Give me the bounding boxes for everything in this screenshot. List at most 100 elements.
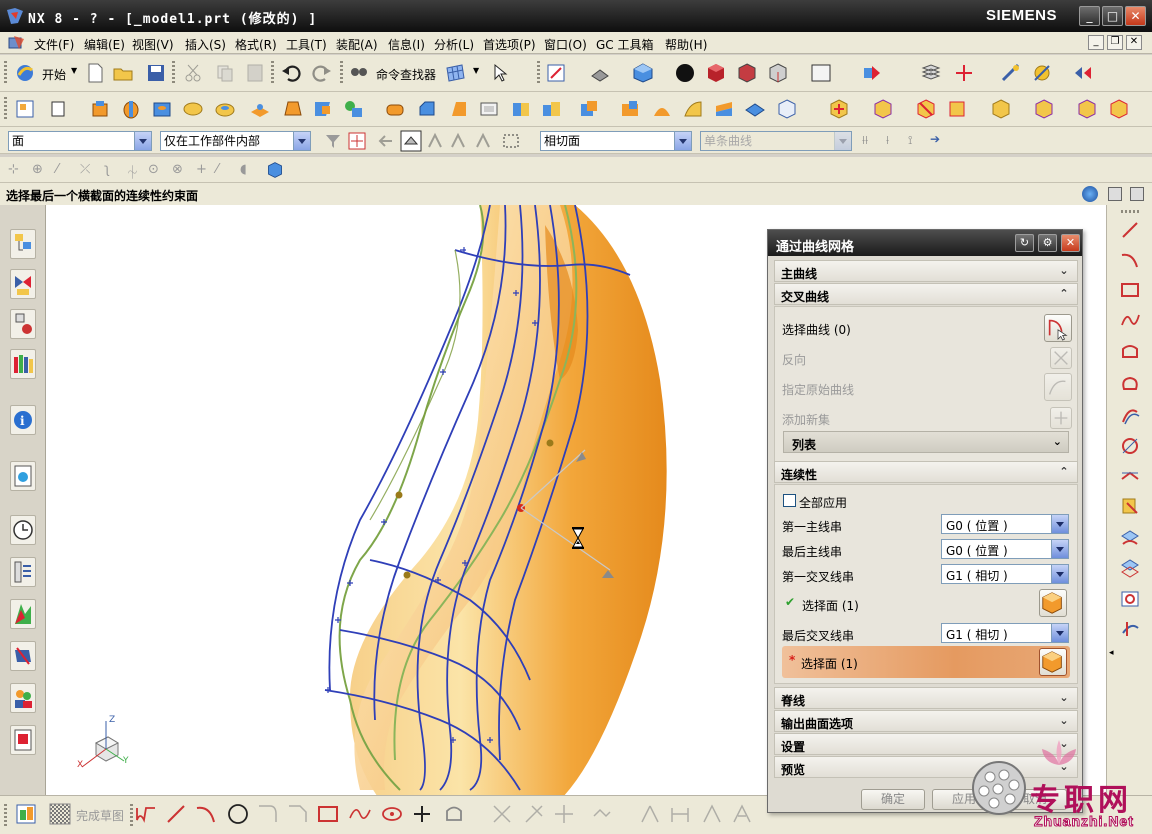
- sketch-circle-icon[interactable]: [226, 802, 250, 826]
- trim-body-icon[interactable]: [510, 98, 532, 120]
- minimize-button[interactable]: _: [1079, 6, 1100, 26]
- move-component-icon[interactable]: [860, 62, 882, 84]
- pad-icon[interactable]: [249, 98, 271, 120]
- type-filter-dropdown[interactable]: 面: [8, 131, 152, 151]
- roles-tab[interactable]: [10, 683, 36, 713]
- shell-icon[interactable]: [478, 98, 500, 120]
- sketch-ellipse-icon[interactable]: [380, 802, 404, 826]
- render-style-icon[interactable]: [589, 62, 611, 84]
- sketch-arc-icon[interactable]: [194, 802, 218, 826]
- manufacturing-wizard-tab[interactable]: [10, 641, 36, 671]
- select-face-1-button[interactable]: [1039, 589, 1067, 617]
- rectangle-icon[interactable]: [1119, 279, 1141, 301]
- split-body-icon[interactable]: [540, 98, 562, 120]
- dialog-settings-button[interactable]: ⚙: [1038, 234, 1057, 252]
- unite-icon[interactable]: [578, 98, 600, 120]
- arc-icon[interactable]: [1119, 249, 1141, 271]
- snap-endpoint-icon[interactable]: ⊹: [8, 162, 19, 177]
- intersection-option-icon[interactable]: ⟟: [908, 133, 912, 148]
- mirror-icon[interactable]: [872, 98, 894, 120]
- menu-edit[interactable]: 编辑(E): [84, 36, 125, 53]
- replace-face-icon[interactable]: [1033, 98, 1055, 120]
- sketch-offset-icon[interactable]: [590, 802, 614, 826]
- sketch-constraint-icon[interactable]: [700, 802, 724, 826]
- sketch-rectangle-icon[interactable]: [316, 802, 340, 826]
- select-face-2-row[interactable]: * 选择面 (1): [782, 646, 1070, 678]
- command-finder-button[interactable]: 命令查找器: [376, 66, 436, 83]
- select-curve-button[interactable]: [1044, 314, 1072, 342]
- chevron-down-icon[interactable]: ⌄: [1057, 264, 1071, 278]
- sketch-spline-icon[interactable]: [348, 802, 372, 826]
- extract-icon[interactable]: [915, 98, 937, 120]
- sketch-polygon-icon[interactable]: [442, 802, 466, 826]
- first-cross-dropdown[interactable]: G1 ( 相切 ): [941, 564, 1069, 584]
- curve-option-icon[interactable]: ⟊⟊: [862, 133, 868, 148]
- studio-spline-icon[interactable]: [1119, 309, 1141, 331]
- pocket-icon[interactable]: [214, 98, 236, 120]
- section-cross-curves[interactable]: 交叉曲线 ⌃: [774, 283, 1078, 305]
- menu-window[interactable]: 窗口(O): [544, 36, 587, 53]
- fit-view-icon[interactable]: [545, 62, 567, 84]
- profile-icon[interactable]: [134, 802, 158, 826]
- start-icon[interactable]: [14, 62, 36, 84]
- snap-surface-icon[interactable]: ◖: [240, 162, 247, 177]
- last-cross-dropdown[interactable]: G1 ( 相切 ): [941, 623, 1069, 643]
- new-file-icon[interactable]: [84, 62, 106, 84]
- section-output-options[interactable]: 输出曲面选项 ⌄: [774, 710, 1078, 732]
- sketch-chamfer-icon[interactable]: [286, 802, 310, 826]
- edges-view-icon[interactable]: [736, 62, 758, 84]
- sketch-line-icon[interactable]: [164, 802, 188, 826]
- web-browser-tab[interactable]: [10, 461, 36, 491]
- emboss-icon[interactable]: [282, 98, 304, 120]
- copy-icon[interactable]: [214, 62, 236, 84]
- shaded-view-icon[interactable]: [674, 62, 696, 84]
- reuse-library-tab[interactable]: [10, 349, 36, 379]
- select-body-icon[interactable]: [400, 130, 422, 152]
- command-finder-icon[interactable]: [348, 62, 370, 84]
- dialog-reset-button[interactable]: ↻: [1015, 234, 1034, 252]
- intersection-curve-icon[interactable]: [1119, 465, 1141, 487]
- add-new-set-button[interactable]: [1050, 407, 1072, 429]
- menu-view[interactable]: 视图(V): [132, 36, 174, 53]
- curve-rule-dropdown[interactable]: 单条曲线: [700, 131, 852, 151]
- feature-group-icon[interactable]: [343, 98, 365, 120]
- dialog-close-button[interactable]: ✕: [1061, 234, 1080, 252]
- snap-point-on-curve-icon[interactable]: ⊗: [172, 162, 183, 177]
- list-expander[interactable]: 列表 ⌄: [783, 431, 1069, 453]
- process-studio-tab[interactable]: [10, 599, 36, 629]
- ellipse-icon[interactable]: [1119, 373, 1141, 395]
- section-view-icon[interactable]: [705, 62, 727, 84]
- ok-button[interactable]: 确定: [861, 789, 925, 810]
- snap-icon[interactable]: [1072, 62, 1094, 84]
- sew-icon[interactable]: [744, 98, 766, 120]
- first-primary-dropdown[interactable]: G0 ( 位置 ): [941, 514, 1069, 534]
- background-icon[interactable]: [810, 62, 832, 84]
- maximize-button[interactable]: □: [1102, 6, 1123, 26]
- finish-sketch-icon[interactable]: [48, 802, 72, 826]
- assembly-navigator-tab[interactable]: [10, 229, 36, 259]
- thicken-icon[interactable]: [713, 98, 735, 120]
- menu-file[interactable]: 文件(F): [34, 36, 74, 53]
- tube-icon[interactable]: [312, 98, 334, 120]
- hd3d-tools-tab[interactable]: i: [10, 405, 36, 435]
- chevron-down-icon[interactable]: ⌄: [1053, 435, 1062, 448]
- pattern-icon[interactable]: [828, 98, 850, 120]
- sketch-point-icon[interactable]: [410, 802, 434, 826]
- select-face-2-button[interactable]: [1039, 648, 1067, 676]
- trim-curve-icon[interactable]: [1119, 618, 1141, 640]
- chevron-up-icon[interactable]: ⌃: [1057, 465, 1071, 479]
- intersect-icon[interactable]: [651, 98, 673, 120]
- select-feature-icon[interactable]: [424, 130, 446, 152]
- sketch-fillet-icon[interactable]: [256, 802, 280, 826]
- block-icon[interactable]: [776, 98, 798, 120]
- snap-tangent-icon[interactable]: ⁄: [216, 162, 218, 177]
- system-materials-tab[interactable]: [10, 557, 36, 587]
- menu-assembly[interactable]: 装配(A): [336, 36, 378, 53]
- sketch-dimension-icon[interactable]: [668, 802, 692, 826]
- next-icon[interactable]: ➔: [930, 132, 940, 146]
- boss-icon[interactable]: [182, 98, 204, 120]
- redo-icon[interactable]: [311, 62, 333, 84]
- menu-preferences[interactable]: 首选项(P): [483, 36, 536, 53]
- studio-view-icon[interactable]: [767, 62, 789, 84]
- sketch-trim-icon[interactable]: [490, 802, 514, 826]
